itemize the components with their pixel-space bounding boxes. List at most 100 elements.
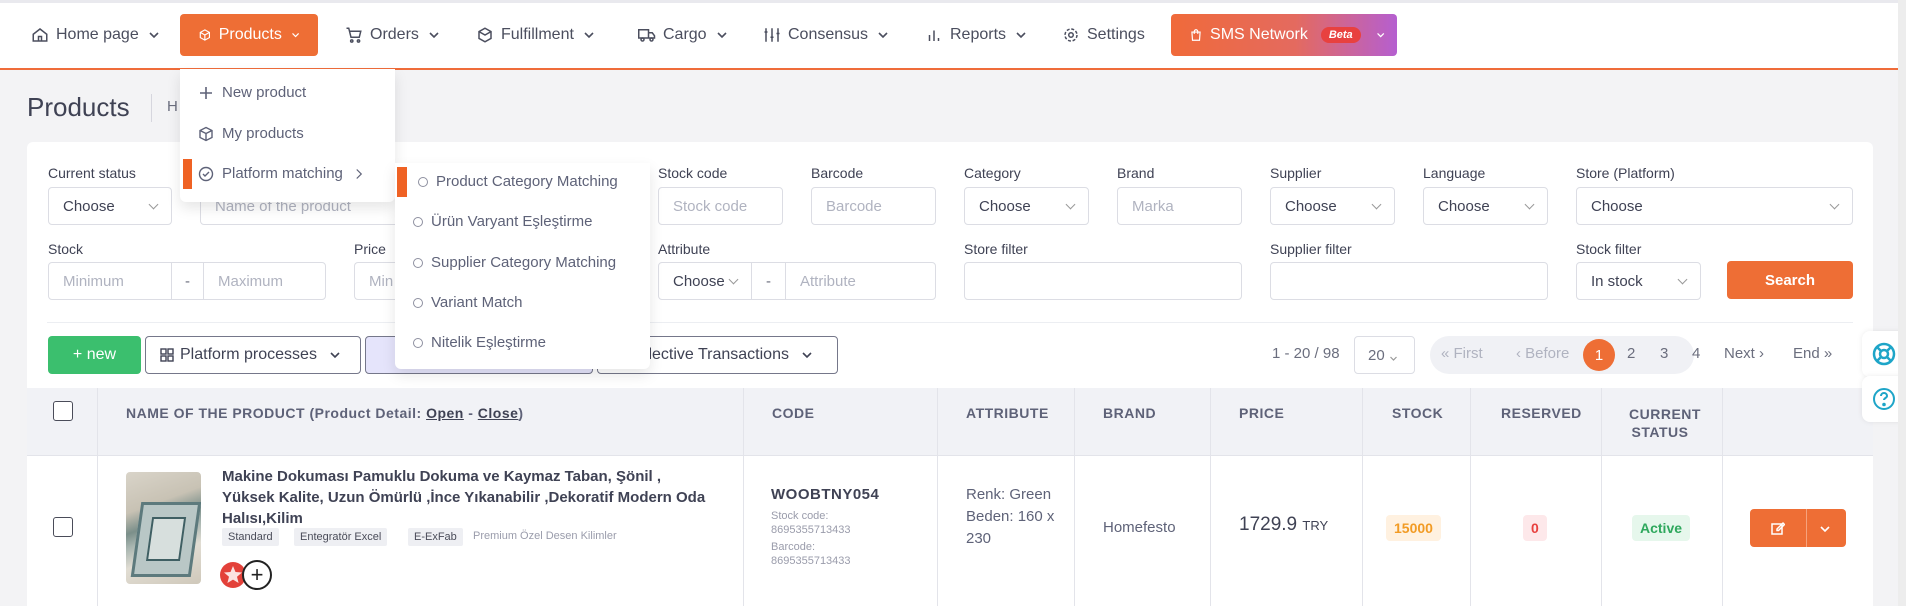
product-name[interactable]: Makine Dokuması Pamuklu Dokuma ve Kaymaz… bbox=[222, 466, 712, 529]
scrollbar[interactable] bbox=[1898, 0, 1906, 606]
status-badge: Active bbox=[1632, 515, 1691, 541]
chevron-down-icon bbox=[291, 33, 299, 38]
nav-settings[interactable]: Settings bbox=[1062, 14, 1145, 56]
column-name-header: NAME OF THE PRODUCT (Product Detail: Ope… bbox=[126, 405, 524, 421]
menu-item-my-products[interactable]: My products bbox=[198, 125, 304, 142]
chevron-down-icon bbox=[717, 32, 727, 39]
attribute-input[interactable]: Attribute bbox=[785, 262, 936, 300]
chevron-down-icon[interactable] bbox=[1819, 523, 1831, 535]
column-status-header: CURRENT STATUS bbox=[1629, 406, 1701, 440]
nav-home[interactable]: Home page bbox=[31, 14, 160, 56]
next-page-link[interactable]: Next › bbox=[1724, 345, 1764, 362]
stock-range-separator: - bbox=[171, 262, 204, 300]
active-indicator bbox=[397, 167, 407, 197]
stock-code-input[interactable]: Stock code bbox=[658, 187, 783, 225]
shopping-bag-icon bbox=[1191, 29, 1201, 41]
chevron-down-icon bbox=[1016, 32, 1026, 39]
page-3-link[interactable]: 3 bbox=[1660, 345, 1668, 362]
page-4-link[interactable]: 4 bbox=[1692, 345, 1700, 362]
product-detail-open-link[interactable]: Open bbox=[426, 405, 464, 421]
product-thumbnail[interactable] bbox=[126, 472, 201, 584]
divider bbox=[47, 322, 1853, 323]
row-checkbox[interactable] bbox=[53, 517, 73, 537]
submenu-item-nitelik-eslestirme[interactable]: Nitelik Eşleştirme bbox=[413, 334, 546, 351]
nav-cargo[interactable]: Cargo bbox=[638, 14, 728, 56]
question-icon bbox=[1873, 388, 1895, 410]
page-size-select[interactable]: 20 bbox=[1354, 336, 1415, 374]
current-status-select[interactable]: Choose bbox=[48, 187, 172, 225]
product-detail-close-link[interactable]: Close bbox=[478, 405, 519, 421]
stock-filter-label: Stock filter bbox=[1576, 241, 1642, 257]
column-divider bbox=[937, 456, 938, 606]
column-divider bbox=[1722, 456, 1723, 606]
add-platform-icon[interactable]: + bbox=[242, 560, 272, 590]
stock-max-input[interactable]: Maximum bbox=[203, 262, 326, 300]
menu-item-platform-matching[interactable]: Platform matching bbox=[198, 165, 365, 182]
previous-page-link[interactable]: ‹ Before bbox=[1516, 345, 1569, 362]
pagination-info: 1 - 20 / 98 bbox=[1272, 345, 1340, 362]
stock-badge: 15000 bbox=[1386, 515, 1441, 541]
supplier-label: Supplier bbox=[1270, 165, 1322, 181]
column-divider bbox=[97, 456, 98, 606]
first-page-link[interactable]: « First bbox=[1441, 345, 1483, 362]
category-select[interactable]: Choose bbox=[964, 187, 1089, 225]
lifebuoy-icon bbox=[1872, 342, 1896, 366]
nav-sms-network[interactable]: SMS Network Beta bbox=[1171, 14, 1397, 56]
supplier-select[interactable]: Choose bbox=[1270, 187, 1395, 225]
button-divider bbox=[1806, 509, 1807, 547]
nav-orders[interactable]: Orders bbox=[345, 14, 440, 56]
barcode-caption: Barcode: bbox=[771, 541, 816, 553]
submenu-item-urun-varyant-eslestirme[interactable]: Ürün Varyant Eşleştirme bbox=[413, 213, 592, 230]
nav-reports[interactable]: Reports bbox=[925, 14, 1027, 56]
brand-label: Brand bbox=[1117, 165, 1155, 181]
select-all-checkbox[interactable] bbox=[53, 401, 73, 421]
category-label: Category bbox=[964, 165, 1021, 181]
column-attribute-header: ATTRIBUTE bbox=[966, 405, 1049, 421]
stock-min-input[interactable]: Minimum bbox=[48, 262, 172, 300]
rug-image bbox=[130, 502, 201, 577]
nav-fulfillment[interactable]: Fulfillment bbox=[476, 14, 595, 56]
attribute-select[interactable]: Choose bbox=[658, 262, 752, 300]
supplier-filter-input[interactable] bbox=[1270, 262, 1548, 300]
chevron-down-icon bbox=[1376, 33, 1384, 38]
attribute-label: Attribute bbox=[658, 241, 711, 257]
store-filter-input[interactable] bbox=[964, 262, 1242, 300]
search-button[interactable]: Search bbox=[1727, 261, 1853, 299]
gear-icon bbox=[1064, 28, 1078, 42]
supplier-filter-label: Supplier filter bbox=[1270, 241, 1352, 257]
chevron-down-icon bbox=[429, 32, 439, 39]
check-circle-icon bbox=[198, 166, 214, 181]
page-2-link[interactable]: 2 bbox=[1627, 345, 1635, 362]
page-1-link[interactable]: 1 bbox=[1583, 339, 1615, 371]
submenu-item-variant-match[interactable]: Variant Match bbox=[413, 294, 522, 311]
barcode-input[interactable]: Barcode bbox=[811, 187, 936, 225]
breadcrumb[interactable]: H bbox=[167, 98, 178, 115]
platform-processes-button[interactable]: Platform processes bbox=[145, 336, 361, 374]
circle-icon bbox=[418, 176, 428, 187]
page-title: Products bbox=[27, 92, 130, 122]
nav-consensus[interactable]: Consensus bbox=[763, 14, 889, 56]
beta-badge: Beta bbox=[1320, 27, 1361, 43]
submenu-item-product-category-matching[interactable]: Product Category Matching bbox=[418, 173, 618, 190]
box-icon bbox=[199, 126, 213, 141]
stock-code-label: Stock code bbox=[658, 165, 728, 181]
last-page-link[interactable]: End » bbox=[1793, 345, 1832, 362]
store-platform-select[interactable]: Choose bbox=[1576, 187, 1853, 225]
column-reserved-header: RESERVED bbox=[1501, 405, 1582, 421]
stock-filter-select[interactable]: In stock bbox=[1576, 262, 1701, 300]
current-status-label: Current status bbox=[48, 165, 136, 181]
brand-input[interactable]: Marka bbox=[1117, 187, 1242, 225]
circle-icon bbox=[413, 337, 423, 348]
language-select[interactable]: Choose bbox=[1423, 187, 1548, 225]
new-product-button[interactable]: + new bbox=[48, 336, 141, 374]
chevron-down-icon bbox=[1389, 356, 1397, 361]
grid-icon bbox=[160, 348, 174, 362]
submenu-item-supplier-category-matching[interactable]: Supplier Category Matching bbox=[413, 254, 616, 271]
edit-actions-button[interactable] bbox=[1750, 509, 1846, 547]
menu-item-new-product[interactable]: New product bbox=[198, 84, 306, 101]
truck-icon bbox=[638, 29, 656, 42]
column-price-header: PRICE bbox=[1239, 405, 1285, 421]
nav-products[interactable]: Products bbox=[180, 14, 318, 56]
title-divider bbox=[151, 94, 152, 122]
edit-icon[interactable] bbox=[1771, 521, 1785, 535]
